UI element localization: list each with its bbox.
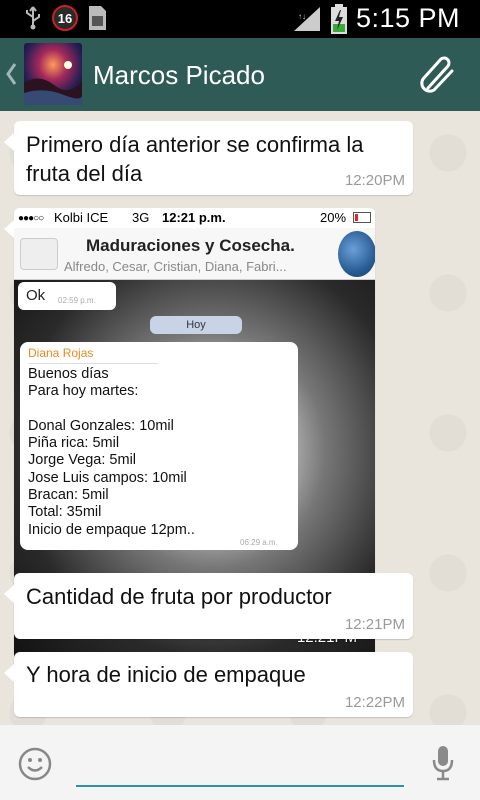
screenshot-line: Buenos días — [28, 366, 109, 382]
svg-text:↑↓: ↑↓ — [298, 12, 306, 21]
screenshot-line: Total: 35mil — [28, 504, 102, 521]
notification-badge: 16 — [52, 5, 78, 31]
input-bar — [0, 725, 480, 800]
screenshot-group-avatar — [338, 231, 375, 277]
screenshot-battery-icon — [353, 212, 371, 223]
screenshot-chat-header: Maduraciones y Cosecha. Alfredo, Cesar, … — [14, 228, 375, 280]
screenshot-carrier: Kolbi ICE — [54, 210, 109, 225]
screenshot-battery-level: 20% — [320, 210, 347, 225]
chat-header: Marcos Picado — [0, 38, 480, 111]
message-time: 12:22PM — [344, 694, 405, 711]
message-line: Cantidad de fruta por productor — [26, 584, 332, 609]
screenshot-ok-text: Ok — [26, 287, 46, 304]
message-line: Primero día anterior se confirma la — [26, 132, 364, 157]
message-bubble[interactable]: Primero día anterior se confirma la frut… — [4, 121, 413, 195]
message-line: fruta del día — [26, 161, 143, 186]
usb-icon — [26, 6, 40, 30]
screenshot-time: 12:21 p.m. — [162, 210, 226, 225]
screenshot-message-time: 06:29 a.m. — [240, 538, 278, 547]
screenshot-group-title: Maduraciones y Cosecha. — [86, 236, 295, 255]
clock: 5:15 PM — [355, 3, 460, 33]
sim-icon — [89, 6, 106, 30]
contact-name[interactable]: Marcos Picado — [93, 60, 265, 91]
message-time: 12:20PM — [344, 172, 405, 189]
message-bubble[interactable]: Y hora de inicio de empaque 12:22PM — [4, 652, 413, 717]
screenshot-line: Jorge Vega: 5mil — [28, 452, 137, 469]
screenshot-message-text: Buenos días Para hoy martes: Donal Gonza… — [28, 366, 195, 539]
screenshot-status-bar: ●●●○○ Kolbi ICE 3G 12:21 p.m. 20% — [14, 208, 375, 228]
message-bubble[interactable]: Cantidad de fruta por productor 12:21PM — [4, 573, 413, 639]
screenshot-line: Donal Gonzales: 10mil — [28, 417, 174, 434]
mic-icon[interactable] — [431, 745, 455, 781]
signal-dots-icon: ●●●○○ — [18, 213, 44, 224]
screenshot-line: Para hoy martes: — [28, 383, 139, 400]
screenshot-group-members: Alfredo, Cesar, Cristian, Diana, Fabri..… — [64, 259, 287, 274]
avatar[interactable] — [24, 43, 82, 105]
emoji-icon[interactable] — [18, 747, 52, 781]
screenshot-day-label: Hoy — [150, 316, 242, 334]
battery-charging-icon — [330, 3, 347, 34]
screenshot-back-icon — [20, 238, 58, 270]
message-text: Primero día anterior se confirma la frut… — [26, 130, 363, 188]
status-bar: 16 ↑↓ 5:15 PM — [0, 0, 480, 38]
screenshot-network: 3G — [132, 210, 150, 225]
screenshot-line — [28, 401, 195, 418]
chat-area[interactable]: Primero día anterior se confirma la frut… — [0, 111, 480, 725]
screenshot-line: Inicio de empaque 12pm.. — [28, 521, 195, 538]
screenshot-line: Jose Luis campos: 10mil — [28, 469, 187, 486]
message-input[interactable] — [76, 743, 404, 787]
message-text: Y hora de inicio de empaque — [26, 660, 306, 689]
message-text: Cantidad de fruta por productor — [26, 582, 332, 611]
back-icon[interactable] — [5, 62, 17, 86]
attach-icon[interactable] — [416, 54, 460, 96]
screenshot-ok-bubble: Ok 02:59 p.m. — [18, 282, 116, 310]
screenshot-message-bubble: Diana Rojas Buenos días Para hoy martes:… — [20, 342, 298, 550]
signal-icon: ↑↓ — [293, 6, 320, 31]
screenshot-line: Piña rica: 5mil — [28, 435, 120, 452]
screenshot-ok-time: 02:59 p.m. — [58, 296, 96, 305]
message-time: 12:21PM — [344, 616, 405, 633]
message-line: Y hora de inicio de empaque — [26, 662, 306, 687]
screenshot-sender-name: Diana Rojas — [28, 346, 158, 364]
screenshot-line: Bracan: 5mil — [28, 487, 109, 504]
